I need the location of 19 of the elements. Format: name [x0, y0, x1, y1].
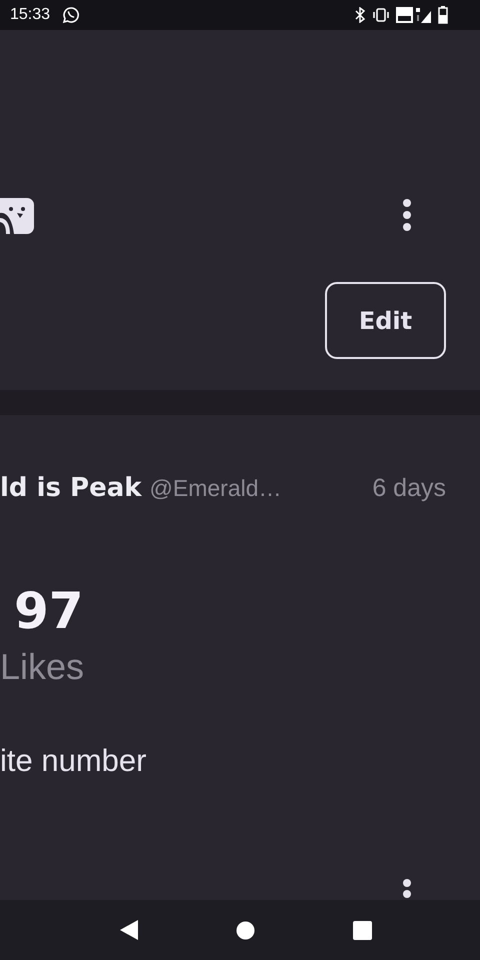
more-options-icon[interactable] [402, 878, 412, 898]
post-time: 6 days [372, 474, 446, 503]
edit-button[interactable]: Edit [325, 282, 446, 359]
network-icon [396, 6, 432, 24]
likes-label: Likes [0, 645, 86, 688]
post-text: ite number [0, 743, 148, 780]
chat-app-icon [62, 6, 80, 24]
sticker-icon[interactable] [0, 196, 34, 234]
home-icon[interactable] [236, 920, 255, 940]
back-icon[interactable] [120, 920, 138, 940]
author-handle: @Emerald… [150, 475, 282, 502]
more-options-icon[interactable] [402, 198, 412, 232]
battery-icon [438, 6, 448, 24]
status-time: 15:33 [10, 6, 50, 24]
recents-icon[interactable] [353, 920, 372, 940]
bluetooth-icon [354, 7, 366, 23]
vibrate-icon [372, 8, 390, 22]
likes-count: 97 [13, 581, 85, 641]
author-name: ld is Peak [0, 473, 142, 503]
